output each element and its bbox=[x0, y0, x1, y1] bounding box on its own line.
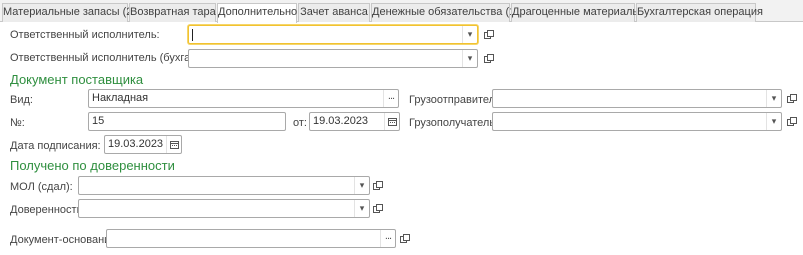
responsible-field[interactable]: ▾ bbox=[188, 25, 478, 44]
proxy-field[interactable]: ▾ bbox=[78, 199, 370, 218]
calendar-icon[interactable] bbox=[166, 136, 181, 153]
basis-doc-field[interactable]: ... bbox=[106, 229, 396, 248]
mol-open-icon[interactable] bbox=[371, 177, 385, 194]
responsible-accountant-dropdown-button[interactable]: ▾ bbox=[462, 50, 477, 67]
signing-date-label: Дата подписания: bbox=[10, 140, 101, 152]
doc-date-label: от: bbox=[293, 117, 307, 129]
doc-date-value: 19.03.2023 bbox=[313, 115, 369, 127]
doc-date-field[interactable]: 19.03.2023 bbox=[309, 112, 400, 131]
signing-date-value: 19.03.2023 bbox=[108, 138, 164, 150]
basis-doc-label: Документ-основание: bbox=[10, 234, 120, 246]
shipper-dropdown-button[interactable]: ▾ bbox=[766, 90, 781, 107]
doc-number-label: №: bbox=[10, 117, 25, 129]
tab-materials[interactable]: Материальные запасы (2) bbox=[2, 3, 136, 22]
basis-doc-open-icon[interactable] bbox=[398, 230, 412, 247]
mol-field[interactable]: ▾ bbox=[78, 176, 370, 195]
consignee-dropdown-button[interactable]: ▾ bbox=[766, 113, 781, 130]
doc-kind-field[interactable]: Накладная ... bbox=[88, 89, 399, 108]
tab-additional[interactable]: Дополнительно bbox=[217, 3, 297, 23]
proxy-label: Доверенность: bbox=[10, 204, 86, 216]
mol-dropdown-button[interactable]: ▾ bbox=[354, 177, 369, 194]
proxy-open-icon[interactable] bbox=[371, 200, 385, 217]
text-cursor bbox=[192, 29, 193, 41]
doc-kind-label: Вид: bbox=[10, 94, 33, 106]
responsible-open-icon[interactable] bbox=[482, 26, 496, 43]
responsible-label: Ответственный исполнитель: bbox=[10, 29, 160, 41]
consignee-open-icon[interactable] bbox=[785, 113, 799, 130]
tab-monetary-obligations[interactable]: Денежные обязательства (1) bbox=[371, 3, 519, 22]
basis-doc-choose-button[interactable]: ... bbox=[380, 230, 395, 247]
doc-kind-value: Накладная bbox=[92, 92, 149, 104]
shipper-field[interactable]: ▾ bbox=[492, 89, 782, 108]
responsible-accountant-open-icon[interactable] bbox=[482, 50, 496, 67]
signing-date-field[interactable]: 19.03.2023 bbox=[104, 135, 182, 154]
doc-number-value: 15 bbox=[92, 115, 105, 127]
calendar-icon[interactable] bbox=[384, 113, 399, 130]
mol-label: МОЛ (сдал): bbox=[10, 181, 73, 193]
responsible-accountant-field[interactable]: ▾ bbox=[188, 49, 478, 68]
proxy-section-title: Получено по доверенности bbox=[10, 158, 175, 173]
supplier-doc-section-title: Документ поставщика bbox=[10, 72, 144, 87]
shipper-label: Грузоотправитель: bbox=[409, 94, 504, 106]
tab-bar: Материальные запасы (2) Возвратная тара … bbox=[0, 0, 803, 23]
tab-returnable-containers[interactable]: Возвратная тара bbox=[129, 3, 216, 22]
tab-precious-materials[interactable]: Драгоценные материалы bbox=[511, 3, 640, 22]
consignee-field[interactable]: ▾ bbox=[492, 112, 782, 131]
proxy-dropdown-button[interactable]: ▾ bbox=[354, 200, 369, 217]
shipper-open-icon[interactable] bbox=[785, 90, 799, 107]
tab-accounting-operation[interactable]: Бухгалтерская операция bbox=[636, 3, 763, 22]
tab-advance-offset[interactable]: Зачет аванса bbox=[298, 3, 370, 22]
consignee-label: Грузополучатель: bbox=[409, 117, 499, 129]
responsible-dropdown-button[interactable]: ▾ bbox=[462, 26, 477, 43]
doc-number-field[interactable]: 15 bbox=[88, 112, 286, 131]
doc-kind-choose-button[interactable]: ... bbox=[383, 90, 398, 107]
